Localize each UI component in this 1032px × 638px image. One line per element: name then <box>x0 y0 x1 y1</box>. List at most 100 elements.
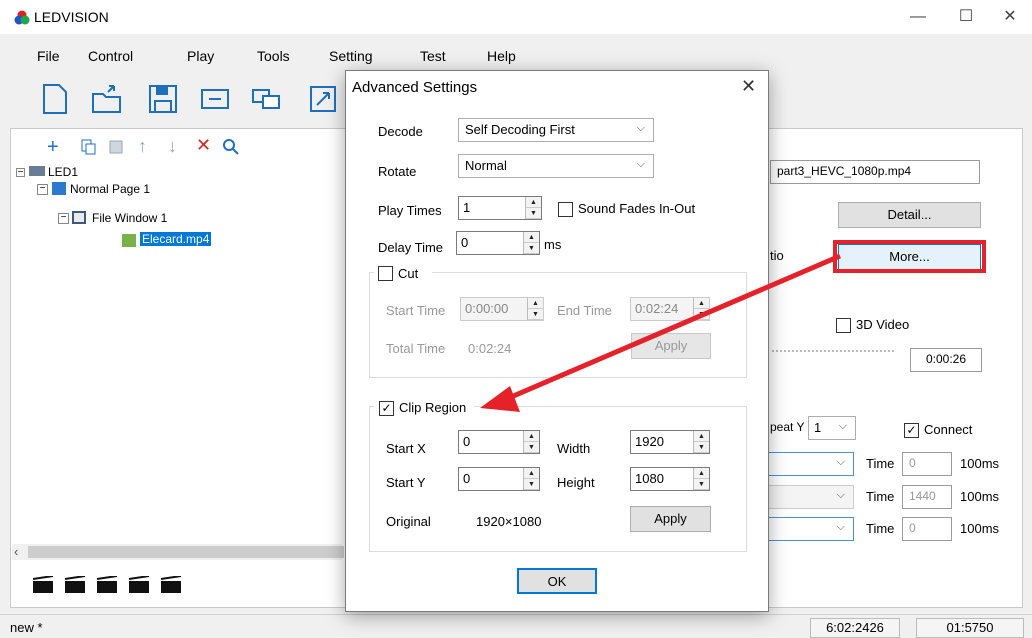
scroll-left-icon[interactable]: ‹ <box>14 544 18 559</box>
connect-checkbox[interactable]: ✓ <box>904 423 919 438</box>
start-time-label: Start Time <box>386 303 446 318</box>
status-time-2: 01:5750 <box>916 618 1024 638</box>
delete-icon[interactable]: ✕ <box>196 135 211 156</box>
decode-select[interactable]: Self Decoding First ⌵ <box>458 118 654 142</box>
menu-test[interactable]: Test <box>420 48 446 64</box>
time-input-3[interactable]: 0 <box>902 517 952 541</box>
clip-apply-button[interactable]: Apply <box>630 506 711 532</box>
annotation-highlight-box <box>833 240 986 273</box>
add-icon[interactable]: + <box>47 136 59 159</box>
repeat-value: 1 <box>814 420 822 435</box>
sound-fades-checkbox[interactable] <box>558 202 573 217</box>
new-file-icon[interactable] <box>38 82 72 116</box>
collapse-page-icon[interactable]: − <box>37 184 48 195</box>
time-input-1[interactable]: 0 <box>902 452 952 476</box>
time-label-1: Time <box>866 456 895 471</box>
dialog-close-icon[interactable]: ✕ <box>741 76 756 97</box>
tree-led[interactable]: LED1 <box>48 165 78 179</box>
search-icon[interactable] <box>222 138 240 156</box>
open-folder-icon[interactable] <box>90 82 124 116</box>
copy-icon[interactable] <box>80 139 96 155</box>
filename-field[interactable]: part3_HEVC_1080p.mp4 <box>770 160 980 184</box>
tree-window[interactable]: File Window 1 <box>92 211 167 225</box>
chevron-down-icon: ⌵ <box>836 521 845 533</box>
spin-down-icon[interactable]: ▼ <box>524 442 539 453</box>
menu-play[interactable]: Play <box>187 48 214 64</box>
sound-fades-label: Sound Fades In-Out <box>578 201 696 216</box>
spinner-buttons[interactable]: ▲▼ <box>693 431 709 453</box>
save-icon[interactable] <box>146 82 180 116</box>
rotate-select[interactable]: Normal ⌵ <box>458 154 654 178</box>
menu-file[interactable]: File <box>37 48 60 64</box>
spin-down-icon[interactable]: ▼ <box>694 479 709 490</box>
screen-settings-icon[interactable] <box>249 82 283 116</box>
play-times-label: Play Times <box>378 203 442 218</box>
collapse-window-icon[interactable]: − <box>58 213 69 224</box>
spinner-buttons[interactable]: ▲▼ <box>525 197 541 219</box>
ok-button[interactable]: OK <box>517 568 597 594</box>
spin-up-icon[interactable]: ▲ <box>694 468 709 479</box>
rotate-value: Normal <box>465 158 507 173</box>
clip-region-checkbox[interactable]: ✓ <box>379 401 394 416</box>
move-down-icon[interactable]: ↓ <box>168 136 177 157</box>
start-x-spinner[interactable]: 0 ▲ ▼ <box>458 430 540 454</box>
collapse-led-icon[interactable]: − <box>16 168 25 178</box>
cut-checkbox[interactable] <box>378 266 393 281</box>
menu-help[interactable]: Help <box>487 48 516 64</box>
start-y-spinner[interactable]: 0 ▲ ▼ <box>458 467 540 491</box>
annotation-arrow-icon <box>480 253 841 412</box>
spin-up-icon[interactable]: ▲ <box>524 431 539 442</box>
maximize-button[interactable]: ☐ <box>946 4 986 30</box>
menu-tools[interactable]: Tools <box>257 48 290 64</box>
video-file-icon <box>122 234 136 247</box>
time-label-3: Time <box>866 521 895 536</box>
app-title: LEDVISION <box>34 9 109 25</box>
time-input-2[interactable]: 1440 <box>902 485 952 509</box>
width-spinner[interactable]: 1920 ▲ ▼ <box>630 430 710 454</box>
spin-down-icon[interactable]: ▼ <box>694 442 709 453</box>
tree-page[interactable]: Normal Page 1 <box>70 182 150 196</box>
close-window-button[interactable]: ✕ <box>990 4 1030 30</box>
menu-setting[interactable]: Setting <box>329 48 373 64</box>
time-field[interactable]: 0:00:26 <box>910 348 982 372</box>
spinner-buttons[interactable]: ▲▼ <box>523 431 539 453</box>
chevron-down-icon: ⌵ <box>838 420 847 432</box>
effect-select-2[interactable]: ⌵ <box>768 485 854 509</box>
spin-down-icon[interactable]: ▼ <box>524 479 539 490</box>
decode-value: Self Decoding First <box>465 122 575 137</box>
spin-up-icon[interactable]: ▲ <box>524 468 539 479</box>
start-y-label: Start Y <box>386 475 426 490</box>
height-label: Height <box>557 475 595 490</box>
unit-label-2: 100ms <box>960 489 1000 504</box>
height-value: 1080 <box>635 471 664 486</box>
status-text: new * <box>10 620 43 635</box>
preview-icon[interactable] <box>198 82 232 116</box>
spin-down-icon[interactable]: ▼ <box>526 208 541 219</box>
total-time-label: Total Time <box>386 341 446 356</box>
spin-up-icon[interactable]: ▲ <box>526 197 541 208</box>
move-up-icon[interactable]: ↑ <box>138 136 147 157</box>
spinner-buttons[interactable]: ▲▼ <box>693 468 709 490</box>
clip-actions-icons[interactable] <box>33 576 193 594</box>
chevron-down-icon: ⌵ <box>636 158 645 170</box>
height-spinner[interactable]: 1080 ▲ ▼ <box>630 467 710 491</box>
effect-select-1[interactable]: ⌵ <box>768 452 854 476</box>
rotate-label: Rotate <box>378 164 417 179</box>
effect-select-3[interactable]: ⌵ <box>768 517 854 541</box>
fullscreen-icon[interactable] <box>306 82 340 116</box>
play-times-spinner[interactable]: 1 ▲ ▼ <box>458 196 542 220</box>
chevron-down-icon: ⌵ <box>836 456 845 468</box>
dialog-title: Advanced Settings <box>352 79 478 96</box>
spin-up-icon[interactable]: ▲ <box>694 431 709 442</box>
delay-time-value: 0 <box>461 235 469 250</box>
detail-button[interactable]: Detail... <box>838 202 981 228</box>
paste-icon[interactable] <box>108 139 124 155</box>
menu-control[interactable]: Control <box>88 48 133 64</box>
spin-up-icon[interactable]: ▲ <box>524 232 539 243</box>
tree-file[interactable]: Elecard.mp4 <box>140 232 212 246</box>
status-time-1: 6:02:2426 <box>810 618 900 638</box>
start-x-label: Start X <box>386 441 426 456</box>
spinner-buttons[interactable]: ▲▼ <box>523 468 539 490</box>
minimize-button[interactable]: — <box>898 4 938 30</box>
scrollbar-thumb[interactable] <box>28 546 344 558</box>
